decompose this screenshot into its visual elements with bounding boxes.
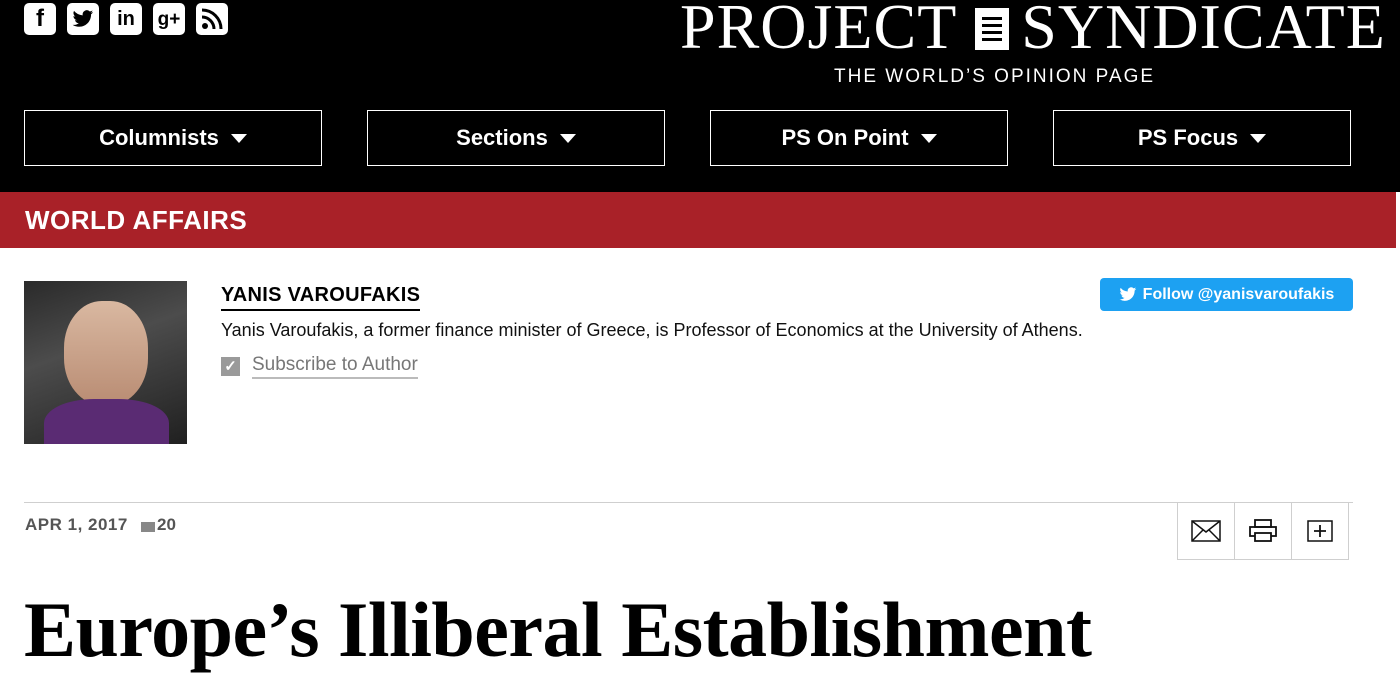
divider bbox=[24, 502, 1353, 503]
add-button[interactable] bbox=[1291, 503, 1349, 560]
googleplus-icon[interactable]: g+ bbox=[153, 3, 185, 35]
logo-mark-icon bbox=[975, 8, 1010, 50]
twitter-icon[interactable] bbox=[67, 3, 99, 35]
twitter-icon bbox=[1119, 287, 1136, 301]
author-name-link[interactable]: YANIS VAROUFAKIS bbox=[221, 284, 421, 311]
author-avatar[interactable] bbox=[24, 281, 187, 444]
main-nav: Columnists Sections PS On Point PS Focus bbox=[24, 110, 1353, 168]
caret-down-icon bbox=[1250, 133, 1267, 143]
nav-label: Columnists bbox=[99, 125, 219, 150]
follow-label: Follow @yanisvaroufakis bbox=[1142, 285, 1335, 303]
print-icon bbox=[1249, 519, 1277, 542]
article-headline: Europe’s Illiberal Establishment bbox=[24, 586, 1092, 673]
logo-text-right: SYNDICATE bbox=[1021, 0, 1386, 62]
caret-down-icon bbox=[230, 133, 247, 143]
nav-sections-button[interactable]: Sections bbox=[367, 110, 665, 166]
add-icon bbox=[1307, 520, 1333, 542]
comment-count: 20 bbox=[157, 515, 176, 534]
email-button[interactable] bbox=[1177, 503, 1235, 560]
section-title[interactable]: WORLD AFFAIRS bbox=[0, 192, 1396, 248]
logo-text-left: PROJECT bbox=[680, 0, 958, 62]
print-button[interactable] bbox=[1234, 503, 1292, 560]
linkedin-icon[interactable]: in bbox=[110, 3, 142, 35]
site-logo[interactable]: PROJECT SYNDICATE bbox=[680, 0, 1400, 60]
nav-label: Sections bbox=[456, 125, 548, 150]
site-header: f in g+ PROJECT SYNDICATE THE WORLD’S OP… bbox=[0, 0, 1400, 192]
caret-down-icon bbox=[920, 133, 937, 143]
site-tagline: THE WORLD’S OPINION PAGE bbox=[834, 66, 1156, 87]
nav-ps-focus-button[interactable]: PS Focus bbox=[1053, 110, 1351, 166]
checkbox-icon[interactable]: ✓ bbox=[221, 357, 240, 376]
nav-label: PS On Point bbox=[781, 125, 909, 150]
comment-icon bbox=[141, 522, 155, 532]
article-tools bbox=[1177, 503, 1349, 560]
email-icon bbox=[1191, 520, 1221, 542]
author-bio: Yanis Varoufakis, a former finance minis… bbox=[221, 320, 1083, 340]
rss-icon[interactable] bbox=[196, 3, 228, 35]
social-links: f in g+ bbox=[24, 3, 228, 35]
nav-columnists-button[interactable]: Columnists bbox=[24, 110, 322, 166]
nav-ps-on-point-button[interactable]: PS On Point bbox=[710, 110, 1008, 166]
comments-link[interactable]: 20 bbox=[141, 515, 176, 535]
publish-date: APR 1, 2017 bbox=[25, 515, 128, 534]
caret-down-icon bbox=[559, 133, 576, 143]
subscribe-to-author[interactable]: ✓ Subscribe to Author bbox=[221, 354, 418, 379]
facebook-icon[interactable]: f bbox=[24, 3, 56, 35]
twitter-follow-button[interactable]: Follow @yanisvaroufakis bbox=[1100, 278, 1353, 311]
nav-label: PS Focus bbox=[1137, 125, 1239, 150]
subscribe-label[interactable]: Subscribe to Author bbox=[252, 354, 418, 379]
